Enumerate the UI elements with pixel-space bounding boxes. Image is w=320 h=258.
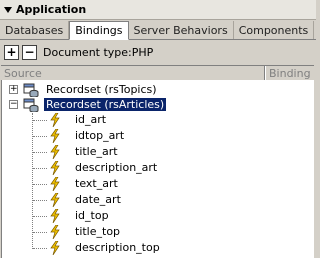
tree-connector-line [33, 200, 47, 201]
field-label: id_top [75, 209, 109, 222]
tree-connector-line [33, 248, 47, 249]
lightning-bolt-icon [50, 209, 60, 223]
add-binding-button[interactable]: + [4, 44, 19, 60]
tree-row-field[interactable]: id_top [2, 208, 313, 224]
tab-bar: Databases Bindings Server Behaviors Comp… [0, 21, 316, 40]
field-label: date_art [75, 193, 121, 206]
tree-row-field[interactable]: title_top [2, 224, 313, 240]
recordset-label: Recordset (rsArticles) [44, 98, 167, 111]
panel-title: Application [16, 3, 87, 16]
recordset-icon [23, 83, 39, 97]
field-label: text_art [75, 177, 118, 190]
tree-row-field[interactable]: description_art [2, 160, 313, 176]
collapse-triangle-icon[interactable] [3, 5, 13, 15]
lightning-bolt-icon [50, 161, 60, 175]
binding-column-header[interactable]: Binding [265, 66, 314, 80]
tree-connector-line [33, 120, 47, 121]
field-label: id_art [75, 113, 107, 126]
lightning-bolt-icon [50, 177, 60, 191]
remove-binding-button[interactable]: − [22, 44, 37, 60]
field-label: idtop_art [75, 129, 125, 142]
tree-row-field[interactable]: text_art [2, 176, 313, 192]
lightning-bolt-icon [50, 241, 60, 255]
tree-row-recordset-rsarticles[interactable]: − Recordset (rsArticles) [2, 97, 313, 113]
lightning-bolt-icon [50, 193, 60, 207]
bindings-toolbar: + − Document type:PHP [0, 41, 316, 63]
tree-row-field[interactable]: id_art [2, 112, 313, 128]
field-label: title_top [75, 225, 121, 238]
tab-components[interactable]: Components [234, 21, 315, 39]
lightning-bolt-icon [50, 145, 60, 159]
tab-server-behaviors[interactable]: Server Behaviors [129, 21, 234, 39]
panel-header[interactable]: Application [0, 0, 316, 20]
tree-row-field[interactable]: description_top [2, 240, 313, 256]
lightning-bolt-icon [50, 225, 60, 239]
document-type-label: Document type:PHP [43, 45, 154, 59]
tree-connector-line [33, 168, 47, 169]
recordset-label: Recordset (rsTopics) [46, 83, 157, 96]
tab-databases[interactable]: Databases [0, 21, 70, 39]
field-label: title_art [75, 145, 118, 158]
collapse-icon[interactable]: − [9, 100, 18, 109]
tree-connector-line [33, 152, 47, 153]
tab-bindings[interactable]: Bindings [69, 21, 129, 40]
expand-icon[interactable]: + [9, 85, 18, 94]
recordset-icon [23, 98, 39, 112]
column-headers: Source Binding [1, 65, 314, 80]
source-column-header[interactable]: Source [1, 66, 265, 80]
field-label: description_top [75, 241, 160, 254]
tree-connector-line [33, 232, 47, 233]
lightning-bolt-icon [50, 129, 60, 143]
tree-connector-line [33, 216, 47, 217]
tree-connector-line [33, 136, 47, 137]
tree-connector-line [33, 184, 47, 185]
tree-row-recordset-rstopics[interactable]: + Recordset (rsTopics) [2, 82, 313, 98]
tree-row-field[interactable]: idtop_art [2, 128, 313, 144]
tree-row-field[interactable]: title_art [2, 144, 313, 160]
bindings-tree[interactable]: + Recordset (rsTopics) − Recordset (rsAr… [1, 80, 314, 258]
field-label: description_art [75, 161, 158, 174]
tree-row-field[interactable]: date_art [2, 192, 313, 208]
lightning-bolt-icon [50, 113, 60, 127]
